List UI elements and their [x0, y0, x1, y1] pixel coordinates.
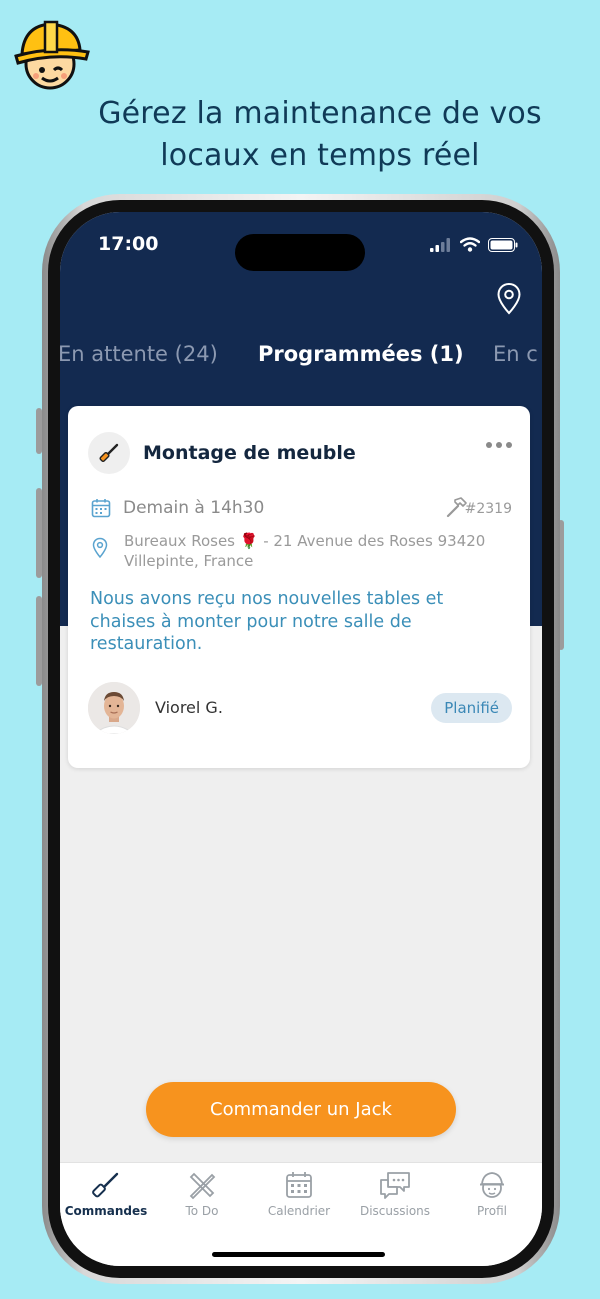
tools-icon: [189, 1172, 216, 1200]
screwdriver-icon: [92, 1172, 119, 1198]
card-category-icon: [88, 432, 130, 474]
tabbar-label-commandes: Commandes: [64, 1204, 148, 1218]
calendar-icon: [91, 499, 111, 518]
tab-en-attente[interactable]: En attente (24): [60, 342, 218, 366]
location-pin-icon[interactable]: [496, 282, 522, 316]
order-date: Demain à 14h30: [123, 498, 265, 518]
tab-en-cours[interactable]: En c: [493, 342, 538, 366]
tabbar-label-todo: To Do: [185, 1204, 219, 1218]
chat-icon: [380, 1172, 410, 1199]
order-jack-button[interactable]: Commander un Jack: [146, 1082, 456, 1137]
order-reference: #2319: [464, 501, 512, 517]
order-card[interactable]: Montage de meuble Demain à 14h30 #2319 B…: [68, 406, 530, 768]
address-line-1: Bureaux Roses 🌹 - 21 Avenue des Roses 93…: [124, 532, 486, 550]
status-time: 17:00: [98, 233, 159, 255]
mascot-logo-icon: [14, 20, 90, 90]
battery-icon: [488, 237, 518, 252]
tabbar-item-profil[interactable]: Profil: [444, 1169, 540, 1218]
headline: Gérez la maintenance de vos locaux en te…: [0, 93, 600, 177]
more-options-icon[interactable]: [486, 442, 512, 448]
screwdriver-icon: [99, 443, 119, 463]
cellular-signal-icon: [430, 237, 450, 252]
tabbar-label-discussions: Discussions: [359, 1204, 431, 1218]
calendar-icon: [286, 1172, 312, 1198]
tabbar-label-profil: Profil: [477, 1204, 507, 1218]
location-icon: [92, 537, 108, 559]
worker-icon: [480, 1172, 504, 1198]
order-status-tabs: En attente (24) Programmées (1) En c: [60, 342, 542, 376]
worker-name: Viorel G.: [155, 698, 223, 717]
dynamic-island: [235, 234, 365, 271]
tabbar-item-calendrier[interactable]: Calendrier: [251, 1169, 347, 1218]
bottom-tab-bar: Commandes To Do Calendrier Discussions P…: [60, 1162, 542, 1266]
status-icons: [430, 237, 518, 252]
home-indicator[interactable]: [212, 1252, 385, 1257]
headline-line-2: locaux en temps réel: [160, 138, 480, 173]
wifi-icon: [460, 237, 480, 252]
status-badge: Planifié: [431, 693, 512, 723]
tab-programmees[interactable]: Programmées (1): [258, 342, 464, 366]
order-description: Nous avons reçu nos nouvelles tables et …: [90, 589, 444, 654]
worker-photo: [88, 682, 140, 734]
tabbar-item-todo[interactable]: To Do: [154, 1169, 250, 1218]
order-address: Bureaux Roses 🌹 - 21 Avenue des Roses 93…: [124, 531, 514, 571]
tabbar-label-calendrier: Calendrier: [267, 1204, 331, 1218]
phone-frame: 17:00 En attente (24) Programmées (1) En…: [42, 194, 560, 1284]
app-screen: 17:00 En attente (24) Programmées (1) En…: [60, 212, 542, 1266]
card-title: Montage de meuble: [143, 442, 356, 464]
worker-avatar: [88, 682, 140, 734]
address-line-2: Villepinte, France: [124, 552, 254, 570]
headline-line-1: Gérez la maintenance de vos: [98, 96, 542, 131]
tabbar-item-commandes[interactable]: Commandes: [60, 1169, 154, 1218]
tabbar-item-discussions[interactable]: Discussions: [347, 1169, 443, 1218]
